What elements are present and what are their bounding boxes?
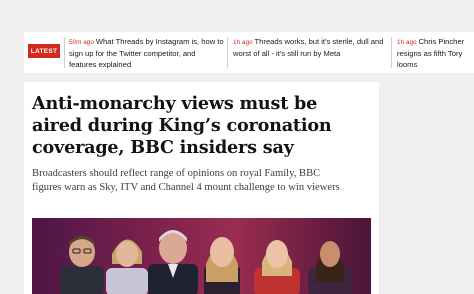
presenters-photo bbox=[32, 218, 371, 294]
ticker-item-headline[interactable]: Threads works, but it's sterile, dull an… bbox=[233, 37, 383, 58]
ticker-item-time: 1h ago bbox=[397, 39, 417, 46]
latest-badge[interactable]: LATEST bbox=[28, 44, 60, 58]
ticker-item-time: 50m ago bbox=[69, 39, 94, 46]
article-hero-image[interactable] bbox=[32, 218, 371, 294]
right-sidebar-space bbox=[388, 82, 474, 294]
ticker-divider bbox=[64, 37, 65, 68]
ticker-divider bbox=[227, 37, 228, 68]
ticker-divider bbox=[391, 37, 392, 68]
ticker-item[interactable]: 1h ago Threads works, but it's sterile, d… bbox=[233, 36, 388, 70]
ticker-item-time: 1h ago bbox=[233, 39, 253, 46]
article-headline[interactable]: Anti-monarchy views must be aired during… bbox=[32, 93, 372, 159]
ticker-item[interactable]: 50m ago What Threads by Instagram is, how… bbox=[69, 36, 225, 70]
ticker-item[interactable]: 1h ago Chris Pincher resigns as fifth Tor… bbox=[397, 36, 474, 70]
lead-article-card: Anti-monarchy views must be aired during… bbox=[24, 82, 379, 294]
article-standfirst: Broadcasters should reflect range of opi… bbox=[32, 168, 340, 193]
latest-news-ticker: LATEST 50m ago What Threads by Instagram … bbox=[24, 32, 474, 73]
